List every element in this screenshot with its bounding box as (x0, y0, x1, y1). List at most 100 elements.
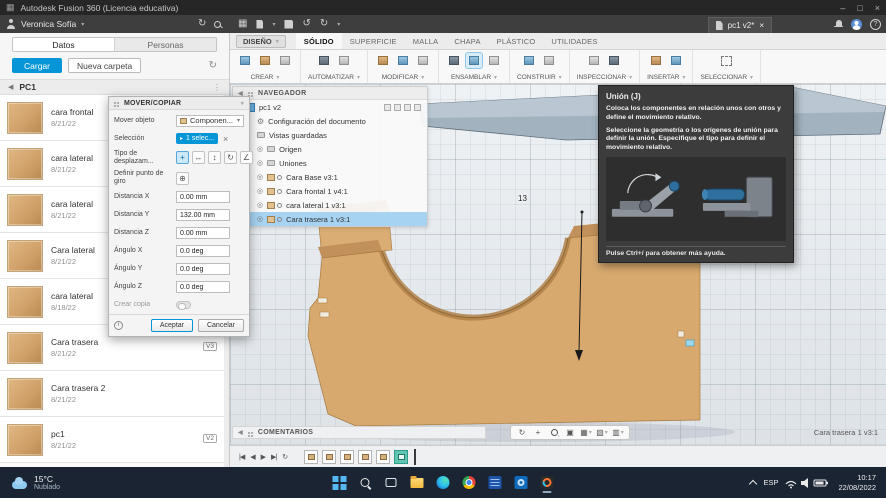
tab-utilidades[interactable]: UTILIDADES (543, 33, 605, 49)
help-icon[interactable]: ? (870, 18, 881, 30)
tab-superficie[interactable]: SUPERFICIE (342, 33, 405, 49)
tree-item-component[interactable]: ▷ ◎ cara lateral 1 v3:1 (233, 198, 427, 212)
tree-item-component[interactable]: ▷ ◎ Cara Base v3:1 (233, 170, 427, 184)
move-free-button[interactable]: + (176, 151, 189, 165)
angle-z-input[interactable] (176, 281, 230, 294)
folder-name[interactable]: PC1 (19, 82, 36, 92)
start-button[interactable] (331, 472, 348, 494)
tree-item-joints[interactable]: ▷ ◎ Uniones (233, 156, 427, 170)
move-object-dropdown[interactable]: Componen... ▾ (176, 114, 244, 127)
move-vertical-button[interactable]: ↕ (208, 151, 221, 165)
drag-grip-icon[interactable] (247, 431, 250, 434)
timeline-play-button[interactable]: ▶ (260, 453, 266, 461)
chrome-icon[interactable] (461, 472, 478, 494)
data-panel-toggle-icon[interactable]: ▦ (238, 19, 247, 29)
eye-icon[interactable]: ◎ (257, 159, 263, 167)
document-tab[interactable]: pc1 v2* × (707, 17, 772, 33)
undo-icon[interactable]: ↺ (302, 19, 310, 29)
list-item[interactable]: Cara trasera 2 8/21/22 (0, 371, 224, 417)
workspace-selector[interactable]: DISEÑO ▾ (236, 34, 286, 48)
rotate-button[interactable]: ↻ (224, 151, 237, 165)
distance-x-input[interactable] (176, 191, 230, 204)
dialog-titlebar[interactable]: MOVER/COPIAR ▾ (109, 97, 249, 110)
move-horizontal-button[interactable]: ↔ (192, 151, 205, 165)
timeline-step-back-button[interactable]: ◀ (249, 453, 255, 461)
eye-icon[interactable]: ◎ (257, 187, 263, 195)
chevron-down-icon[interactable]: ▾ (241, 100, 244, 107)
tool-icon[interactable] (336, 53, 352, 68)
tree-root[interactable]: ▾ pc1 v2 (233, 100, 427, 114)
maximize-button[interactable]: □ (857, 3, 862, 13)
doc-status-icon[interactable] (394, 103, 401, 111)
collapse-icon[interactable]: ◀ (238, 429, 243, 436)
taskbar-app-icon[interactable] (487, 472, 504, 494)
tool-icon[interactable] (316, 53, 332, 68)
search-icon[interactable] (214, 20, 222, 28)
timeline-feature[interactable] (322, 449, 337, 464)
cancel-button[interactable]: Cancelar (197, 318, 244, 332)
minimize-button[interactable]: – (840, 3, 845, 13)
timeline-skip-start-button[interactable]: |◀ (238, 453, 245, 461)
taskbar-app-icon[interactable] (513, 472, 530, 494)
angle-y-input[interactable] (176, 263, 230, 276)
new-folder-button[interactable]: Nueva carpeta (67, 58, 142, 73)
redo-icon[interactable]: ↻ (320, 19, 328, 29)
timeline-feature[interactable] (358, 449, 373, 464)
tool-icon[interactable] (395, 53, 411, 68)
eye-icon[interactable]: ◎ (257, 215, 263, 223)
taskbar-search-icon[interactable] (357, 472, 374, 494)
distance-y-input[interactable] (176, 209, 230, 222)
fusion-360-icon[interactable] (539, 472, 556, 494)
fit-icon[interactable]: ▣ (563, 427, 577, 439)
tree-item-saved-views[interactable]: ▷ Vistas guardadas (233, 128, 427, 142)
doc-status-icon[interactable] (404, 103, 411, 111)
distance-z-input[interactable] (176, 227, 230, 240)
timeline-feature[interactable] (376, 449, 391, 464)
tool-icon[interactable] (486, 53, 502, 68)
create-copy-toggle[interactable] (176, 301, 191, 311)
tab-personas[interactable]: Personas (115, 38, 216, 51)
tab-solido[interactable]: SÓLIDO (295, 33, 342, 49)
eye-icon[interactable]: ◎ (257, 201, 263, 209)
tool-icon[interactable] (668, 53, 684, 68)
tree-item-document-settings[interactable]: ▷ ⚙ Configuración del documento (233, 114, 427, 128)
tree-item-origin[interactable]: ▷ ◎ Origen (233, 142, 427, 156)
select-tool-icon[interactable] (719, 53, 735, 68)
set-pivot-button[interactable]: ⊕ (176, 171, 189, 185)
navigator-header[interactable]: ◀ NAVEGADOR (233, 87, 427, 100)
tool-icon[interactable] (446, 53, 462, 68)
timeline-skip-end-button[interactable]: ▶| (270, 453, 277, 461)
overflow-icon[interactable]: ⋮ (213, 83, 221, 92)
orbit-icon[interactable]: ↻ (515, 427, 529, 439)
tool-icon[interactable] (606, 53, 622, 68)
angle-button[interactable]: ∠ (240, 151, 253, 165)
tool-icon[interactable] (648, 53, 664, 68)
back-icon[interactable]: ◀ (8, 83, 13, 91)
tree-item-component-selected[interactable]: ▷ ◎ Cara trasera 1 v3:1 (233, 212, 427, 226)
refresh-icon[interactable]: ↻ (209, 60, 217, 71)
tab-plastico[interactable]: PLÁSTICO (489, 33, 544, 49)
doc-status-icon[interactable] (384, 103, 391, 111)
tab-malla[interactable]: MALLA (405, 33, 447, 49)
timeline-feature-active[interactable] (394, 449, 409, 464)
display-settings-icon[interactable]: ▧ ▾ (595, 427, 609, 439)
viewport[interactable]: 13 ◀ NAVEGADOR ▾ pc1 v2 (230, 84, 886, 445)
eye-icon[interactable]: ◎ (257, 145, 263, 153)
tab-chapa[interactable]: CHAPA (446, 33, 488, 49)
timeline-feature[interactable] (304, 449, 319, 464)
accept-button[interactable]: Aceptar (150, 318, 193, 332)
tool-icon[interactable] (586, 53, 602, 68)
tool-icon[interactable] (375, 53, 391, 68)
drag-grip-icon[interactable] (114, 102, 116, 104)
user-menu[interactable]: Veronica Sofía ▾ (6, 15, 84, 33)
angle-x-input[interactable] (176, 245, 230, 258)
task-view-icon[interactable] (383, 472, 400, 494)
language-indicator[interactable]: ESP (763, 478, 778, 487)
close-tab-icon[interactable]: × (759, 21, 764, 30)
drag-grip-icon[interactable] (248, 92, 251, 94)
edge-icon[interactable] (435, 472, 452, 494)
hidden-icons-chevron[interactable] (749, 479, 758, 489)
avatar[interactable] (851, 18, 862, 30)
viewports-icon[interactable]: ▥ ▾ (611, 427, 625, 439)
close-button[interactable]: × (875, 3, 880, 13)
